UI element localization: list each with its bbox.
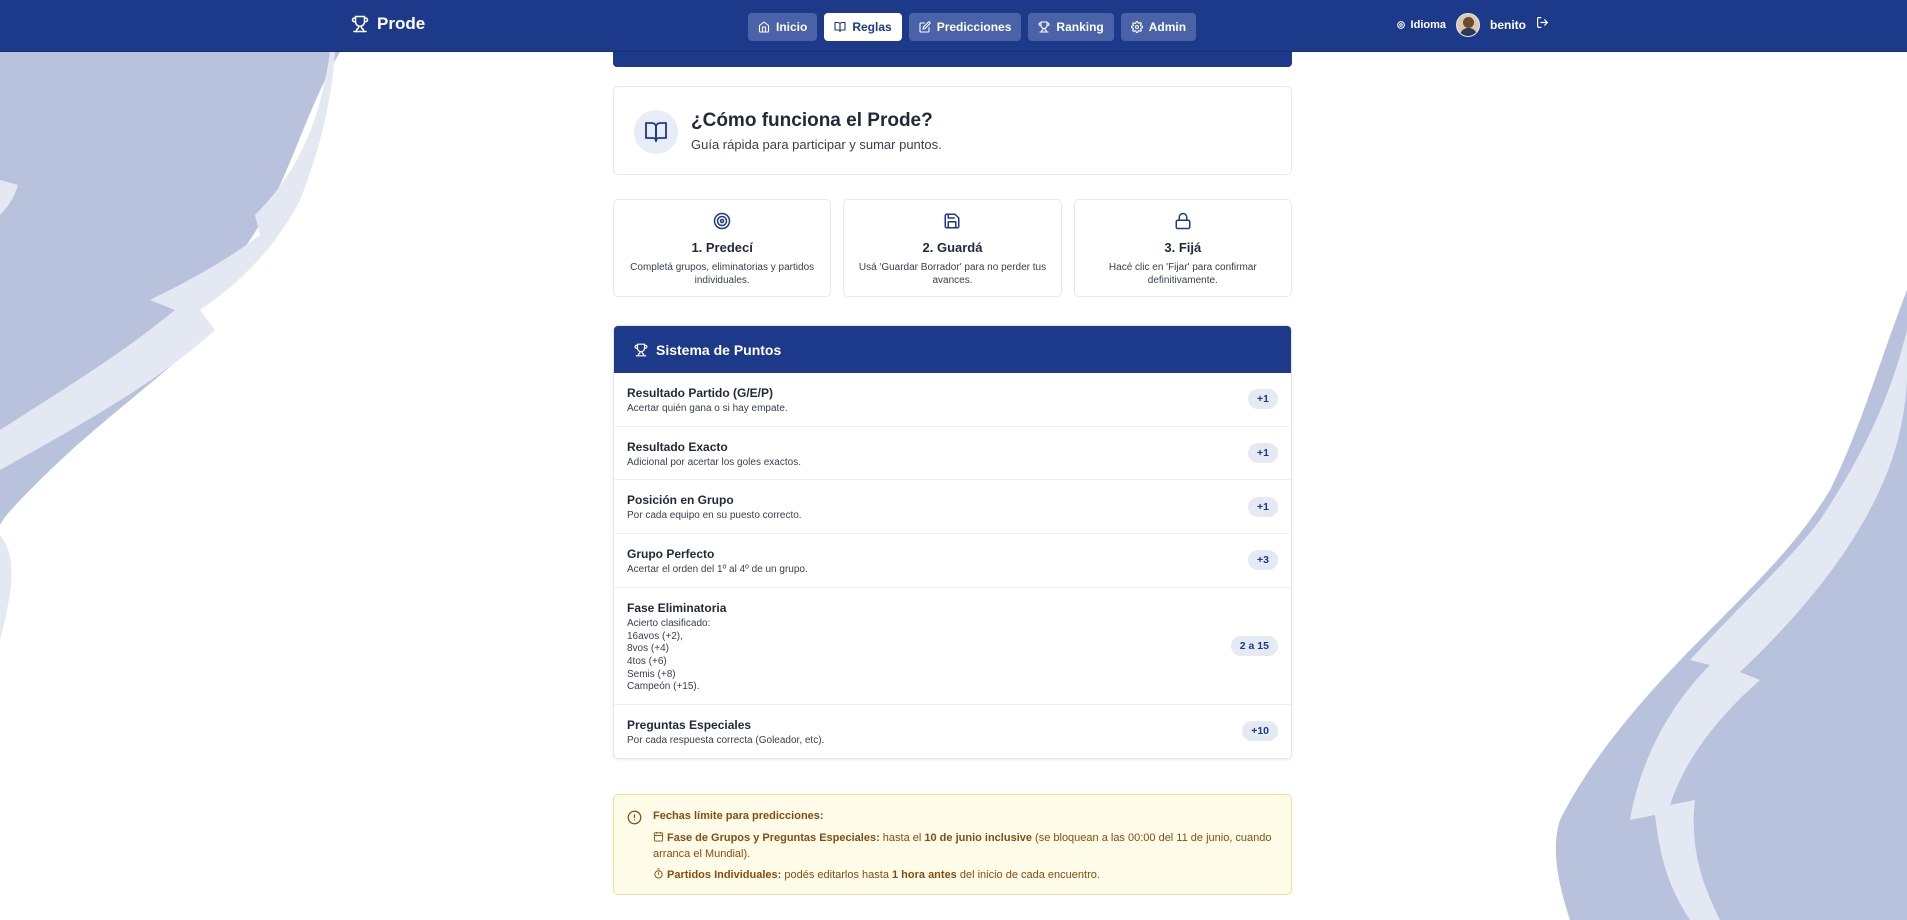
point-desc-line: Acierto clasificado: [627, 617, 711, 629]
nav-item-reglas[interactable]: Reglas [824, 13, 902, 41]
points-badge: +1 [1248, 443, 1278, 464]
point-name: Fase Eliminatoria [627, 600, 727, 615]
nav-item-ranking[interactable]: Ranking [1028, 13, 1114, 41]
alert-circle-icon [627, 810, 642, 825]
book-icon [634, 110, 678, 154]
point-desc: Acertar quién gana o si hay empate. [627, 403, 788, 414]
home-icon [758, 21, 770, 33]
language-selector[interactable]: Idioma [1396, 19, 1446, 31]
deadline-groups: Fase de Grupos y Preguntas Especiales: h… [653, 831, 1278, 862]
language-label: Idioma [1410, 19, 1446, 31]
point-desc-line: 4tos (+6) [627, 655, 667, 667]
point-desc: Adicional por acertar los goles exactos. [627, 456, 801, 468]
point-row: Resultado Exacto Adicional por acertar l… [614, 427, 1291, 481]
brand-logo[interactable]: Prode [351, 14, 425, 34]
page-title: ¿Cómo funciona el Prode? [691, 110, 933, 131]
step-desc: Usá 'Guardar Borrador' para no perder tu… [858, 262, 1047, 286]
header-strip [613, 52, 1292, 67]
nav-item-label: Inicio [776, 20, 808, 34]
point-row: Fase Eliminatoria Acierto clasificado: 1… [614, 588, 1291, 706]
point-desc: Por cada equipo en su puesto correcto. [627, 510, 802, 522]
logout-icon [1537, 17, 1548, 28]
steps-row: 1. Predecí Completá grupos, eliminatoria… [613, 199, 1292, 297]
point-row: Grupo Perfecto Acertar el orden del 1º a… [614, 534, 1291, 588]
deadline-label: Partidos Individuales: [667, 869, 782, 881]
top-navbar: Prode Inicio Reglas Predicciones Ranking… [0, 0, 1907, 52]
point-row: Resultado Partido (G/E/P) Acertar quién … [614, 373, 1291, 427]
gear-icon [1130, 21, 1143, 33]
brand-name: Prode [377, 14, 426, 33]
deadline-text: del inicio de cada encuentro. [956, 869, 1100, 881]
save-icon [944, 213, 960, 229]
point-name: Grupo Perfecto [627, 547, 715, 562]
point-desc: Acertar el orden del 1º al 4º de un grup… [627, 564, 808, 576]
user-area: Idioma benito [1396, 13, 1549, 37]
gear-icon [1396, 21, 1405, 29]
trophy-icon [1038, 21, 1050, 33]
points-title: Sistema de Puntos [656, 341, 782, 358]
point-desc: Acierto clasificado: 16avos (+2), 8vos (… [627, 618, 1278, 694]
points-badge: +1 [1248, 496, 1278, 517]
points-badge: +1 [1248, 389, 1278, 410]
point-name: Resultado Partido (G/E/P) [627, 386, 774, 400]
point-row: Preguntas Especiales Por cada respuesta … [614, 705, 1291, 758]
point-name: Preguntas Especiales [627, 718, 752, 733]
step-card-predict: 1. Predecí Completá grupos, eliminatoria… [613, 199, 832, 297]
nav-item-label: Ranking [1056, 20, 1104, 34]
edit-icon [919, 21, 931, 33]
stopwatch-icon [654, 868, 663, 879]
point-name: Posición en Grupo [627, 493, 734, 508]
intro-card: ¿Cómo funciona el Prode? Guía rápida par… [613, 86, 1292, 175]
trophy-icon [634, 343, 648, 356]
step-card-save: 2. Guardá Usá 'Guardar Borrador' para no… [843, 199, 1062, 297]
step-title: 2. Guardá [922, 240, 983, 255]
deadline-label: Fase de Grupos y Preguntas Especiales: [667, 832, 880, 844]
nav-item-label: Admin [1148, 20, 1187, 34]
book-icon [834, 21, 846, 33]
nav-item-label: Reglas [852, 20, 892, 34]
points-header: Sistema de Puntos [614, 326, 1291, 373]
trophy-icon [351, 15, 369, 33]
nav-item-label: Predicciones [936, 20, 1012, 34]
deadline-date: 10 de junio inclusive [924, 832, 1032, 844]
deadline-text: hasta el [879, 832, 925, 844]
username: benito [1490, 18, 1526, 32]
point-desc-line: 16avos (+2), [627, 630, 683, 642]
calendar-icon [653, 831, 664, 842]
points-badge: 2 a 15 [1230, 635, 1278, 656]
main-nav: Inicio Reglas Predicciones Ranking Admin [748, 13, 1197, 41]
lock-icon [1175, 212, 1191, 230]
deadline-time: 1 hora antes [892, 869, 957, 881]
point-name: Resultado Exacto [627, 439, 728, 454]
nav-item-inicio[interactable]: Inicio [748, 13, 818, 41]
deadline-text: podés editarlos hasta [781, 869, 892, 881]
target-icon [713, 212, 731, 230]
point-desc: Por cada respuesta correcta (Goleador, e… [627, 735, 825, 747]
point-desc-line: Campeón (+15). [627, 681, 700, 693]
point-desc-line: Semis (+8) [627, 668, 676, 680]
points-badge: +10 [1242, 721, 1278, 742]
point-desc-line: 8vos (+4) [627, 643, 669, 655]
logout-button[interactable] [1536, 16, 1549, 34]
avatar[interactable] [1456, 13, 1480, 37]
page-subtitle: Guía rápida para participar y sumar punt… [691, 137, 942, 152]
step-desc: Hacé clic en 'Fijar' para confirmar defi… [1108, 262, 1257, 286]
nav-item-admin[interactable]: Admin [1120, 13, 1197, 41]
deadline-title: Fechas límite para predicciones: [653, 810, 824, 822]
deadline-alert: Fechas límite para predicciones: Fase de… [613, 794, 1292, 895]
step-title: 3. Fijá [1164, 240, 1202, 255]
step-desc: Completá grupos, eliminatorias y partido… [630, 262, 815, 286]
deadline-matches: Partidos Individuales: podés editarlos h… [653, 868, 1278, 884]
points-system-card: Sistema de Puntos Resultado Partido (G/E… [613, 325, 1292, 759]
point-row: Posición en Grupo Por cada equipo en su … [614, 480, 1291, 535]
points-badge: +3 [1248, 550, 1278, 571]
nav-item-predicciones[interactable]: Predicciones [908, 13, 1022, 41]
step-card-lock: 3. Fijá Hacé clic en 'Fijar' para confir… [1073, 199, 1292, 297]
step-title: 1. Predecí [691, 240, 753, 255]
